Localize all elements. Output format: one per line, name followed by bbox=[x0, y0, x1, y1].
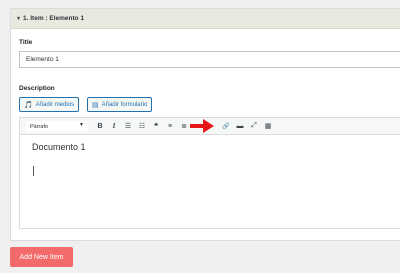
item-header-label: 1. Item : Elemento 1 bbox=[23, 15, 85, 22]
format-select-value: Párrafo bbox=[30, 123, 49, 130]
italic-icon: I bbox=[112, 122, 116, 130]
add-form-button[interactable]: ▤ Añadir formulario bbox=[87, 97, 153, 112]
toolbar-toggle-icon: ▦ bbox=[264, 123, 272, 130]
bullet-list-icon: ☰ bbox=[124, 123, 132, 130]
format-select[interactable]: Párrafo ▼ bbox=[26, 121, 88, 132]
numbered-list-button[interactable]: ☷ bbox=[136, 120, 148, 132]
annotation-arrow-icon bbox=[190, 119, 214, 133]
form-icon: ▤ bbox=[92, 101, 99, 109]
italic-button[interactable]: I bbox=[108, 120, 120, 132]
numbered-list-icon: ☷ bbox=[138, 123, 146, 130]
caret-down-icon: ▼ bbox=[79, 122, 84, 128]
add-media-button[interactable]: 🎵 Añadir medios bbox=[19, 97, 80, 112]
link-icon: 🔗 bbox=[222, 123, 230, 130]
add-media-label: Añadir medios bbox=[35, 101, 75, 108]
editor-content[interactable]: Documento 1 bbox=[32, 142, 86, 152]
rich-text-editor: Párrafo ▼ B I ☰ ☷ ❝ ≡ ≣ 🔗 ▬ ⤢ ▦ Document… bbox=[19, 117, 400, 229]
blockquote-icon: ❝ bbox=[154, 123, 158, 130]
bold-icon: B bbox=[97, 122, 103, 130]
toolbar-toggle-button[interactable]: ▦ bbox=[262, 120, 274, 132]
chevron-down-icon: ▾ bbox=[17, 16, 21, 22]
fullscreen-button[interactable]: ⤢ bbox=[248, 120, 260, 132]
align-center-icon: ≣ bbox=[181, 123, 187, 130]
title-field[interactable]: Elemento 1 bbox=[19, 51, 400, 68]
read-more-icon: ▬ bbox=[236, 122, 244, 130]
bold-button[interactable]: B bbox=[94, 120, 106, 132]
description-label: Description bbox=[19, 85, 55, 92]
title-label: Title bbox=[19, 39, 33, 46]
add-new-item-button[interactable]: Add New Item bbox=[10, 247, 73, 267]
text-cursor bbox=[33, 166, 34, 176]
align-center-button[interactable]: ≣ bbox=[178, 120, 190, 132]
blockquote-button[interactable]: ❝ bbox=[150, 120, 162, 132]
fullscreen-icon: ⤢ bbox=[251, 122, 257, 129]
read-more-button[interactable]: ▬ bbox=[234, 120, 246, 132]
item-header-toggle[interactable]: ▾ 1. Item : Elemento 1 bbox=[11, 9, 400, 29]
align-left-button[interactable]: ≡ bbox=[164, 120, 176, 132]
align-left-icon: ≡ bbox=[167, 122, 173, 130]
add-media-icon: 🎵 bbox=[24, 101, 33, 109]
add-form-label: Añadir formulario bbox=[101, 101, 148, 108]
bullet-list-button[interactable]: ☰ bbox=[122, 120, 134, 132]
link-button[interactable]: 🔗 bbox=[220, 120, 232, 132]
